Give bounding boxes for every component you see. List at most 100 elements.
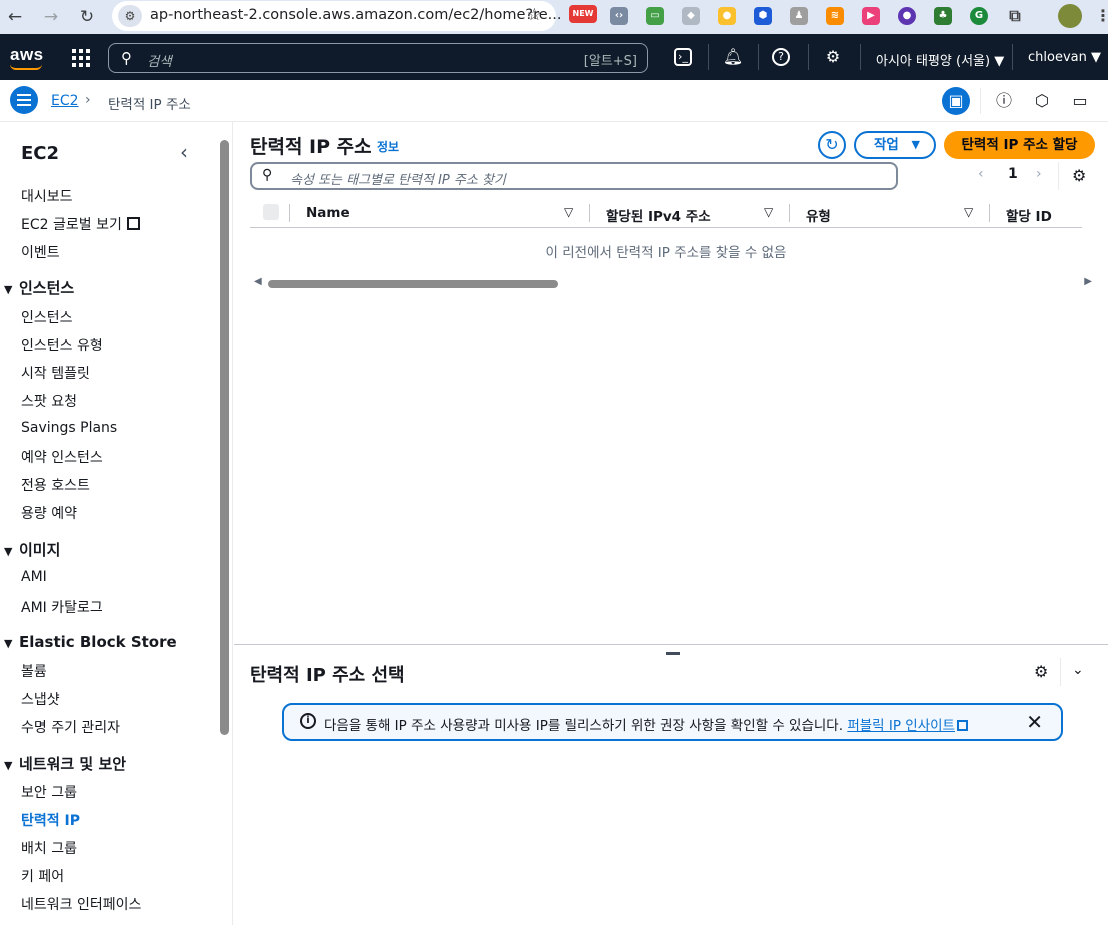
profile-avatar[interactable]: [1058, 4, 1082, 28]
select-all-checkbox[interactable]: [263, 204, 279, 220]
info-link[interactable]: 정보: [377, 138, 399, 155]
close-icon[interactable]: ✕: [1026, 710, 1043, 734]
table-preferences-icon[interactable]: ⚙: [1072, 166, 1086, 185]
external-link-icon: [126, 217, 140, 230]
split-panel-resize-handle[interactable]: [666, 652, 680, 655]
info-panel-icon[interactable]: ⓘ: [990, 87, 1018, 115]
screen-extension-icon[interactable]: ▭: [646, 7, 664, 25]
forward-icon[interactable]: →: [40, 6, 62, 28]
cloudshell-icon[interactable]: ›_: [674, 48, 692, 66]
back-icon[interactable]: ←: [4, 6, 26, 28]
shield-extension-icon[interactable]: ◆: [682, 7, 700, 25]
filter-input[interactable]: ⚲ 속성 또는 태그별로 탄력적 IP 주소 찾기: [250, 162, 898, 190]
column-name[interactable]: Name: [306, 205, 350, 221]
sidebar-item-instances[interactable]: 인스턴스: [21, 307, 73, 327]
reload-icon[interactable]: ↻: [76, 6, 98, 28]
url-text: ap-northeast-2.console.aws.amazon.com/ec…: [150, 7, 562, 23]
menu-dots-icon[interactable]: ⋮: [1094, 7, 1108, 25]
new-extension-icon[interactable]: NEW: [569, 5, 597, 23]
sidebar-item-lifecycle-manager[interactable]: 수명 주기 관리자: [21, 717, 120, 737]
caret-down-icon: ▼: [4, 283, 13, 296]
bookmark-star-icon[interactable]: ☆: [527, 5, 542, 25]
empty-state-message: 이 리전에서 탄력적 IP 주소를 찾을 수 없음: [545, 245, 787, 261]
sidebar-section-instances[interactable]: ▼ 인스턴스: [4, 277, 74, 298]
split-panel-settings-icon[interactable]: ⚙: [1034, 662, 1048, 681]
refresh-icon: ↻: [825, 135, 839, 154]
search-icon: ⚲: [262, 167, 273, 183]
sidebar-item-launch-templates[interactable]: 시작 템플릿: [21, 363, 90, 383]
services-grid-icon[interactable]: [72, 49, 90, 67]
scroll-left-icon[interactable]: ◀: [254, 276, 262, 287]
hamburger-menu-icon[interactable]: [10, 86, 38, 114]
breadcrumb-ec2-link[interactable]: EC2: [51, 93, 79, 109]
sidebar-item-elastic-ip[interactable]: 탄력적 IP: [21, 810, 80, 830]
sidebar-item-volumes[interactable]: 볼륨: [21, 661, 47, 681]
sidebar-item-key-pairs[interactable]: 키 페어: [21, 866, 64, 886]
sidebar-item-network-interfaces[interactable]: 네트워크 인터페이스: [21, 894, 141, 914]
sidebar-item-capacity-reservations[interactable]: 용량 예약: [21, 503, 77, 523]
sidebar-item-ami[interactable]: AMI: [21, 569, 47, 585]
prev-page-icon[interactable]: ‹: [978, 166, 984, 182]
public-ip-insights-link[interactable]: 퍼블릭 IP 인사이트: [847, 718, 955, 734]
site-settings-icon[interactable]: ⚙: [118, 5, 142, 27]
actions-label: 작업: [874, 137, 899, 153]
extensions-icon[interactable]: ⧉: [1006, 7, 1024, 25]
column-allocation-id[interactable]: 할당 ID: [1006, 205, 1052, 225]
collapse-sidebar-icon[interactable]: ‹: [180, 140, 188, 164]
scroll-right-icon[interactable]: ▶: [1084, 276, 1092, 287]
sidebar-item-savings-plans[interactable]: Savings Plans: [21, 420, 117, 436]
section-label: 이미지: [19, 541, 61, 559]
sidebar-item-ami-catalog[interactable]: AMI 카탈로그: [21, 597, 103, 617]
sidebar-item-events[interactable]: 이벤트: [21, 242, 60, 262]
monitor-icon[interactable]: ▭: [1066, 87, 1094, 115]
column-type[interactable]: 유형: [806, 205, 831, 225]
sidebar-item-placement-groups[interactable]: 배치 그룹: [21, 838, 77, 858]
chevron-down-icon[interactable]: ⌄: [1072, 662, 1084, 678]
sidebar-section-network-security[interactable]: ▼ 네트워크 및 보안: [4, 753, 126, 774]
address-bar[interactable]: ⚙ ap-northeast-2.console.aws.amazon.com/…: [112, 1, 562, 31]
sort-caret-icon[interactable]: ▽: [764, 205, 773, 219]
code-extension-icon[interactable]: ‹›: [610, 7, 628, 25]
external-link-icon: [956, 720, 968, 731]
purple-extension-icon[interactable]: ●: [898, 7, 916, 25]
sidebar-item-dedicated-hosts[interactable]: 전용 호스트: [21, 475, 90, 495]
scroll-thumb[interactable]: [268, 280, 558, 288]
region-selector[interactable]: 아시아 태평양 (서울) ▼: [876, 50, 1004, 69]
sidebar-scrollbar[interactable]: [220, 140, 229, 735]
sidebar-section-images[interactable]: ▼ 이미지: [4, 539, 60, 560]
sidebar-item-security-groups[interactable]: 보안 그룹: [21, 782, 77, 802]
keep-extension-icon[interactable]: ●: [718, 7, 736, 25]
caret-down-icon: ▼: [4, 637, 13, 650]
split-panel-icon[interactable]: ▣: [942, 87, 970, 115]
person-extension-icon[interactable]: ♟: [790, 7, 808, 25]
help-icon[interactable]: ?: [772, 48, 790, 66]
evernote-icon[interactable]: ♣: [934, 7, 952, 25]
sort-caret-icon[interactable]: ▽: [564, 205, 573, 219]
sidebar-item-dashboard[interactable]: 대시보드: [21, 186, 73, 206]
sidebar-item-reserved-instances[interactable]: 예약 인스턴스: [21, 447, 103, 467]
sidebar-item-spot-requests[interactable]: 스팟 요청: [21, 391, 77, 411]
grammarly-icon[interactable]: G: [970, 7, 988, 25]
aws-logo[interactable]: aws: [10, 45, 44, 70]
sidebar-section-ebs[interactable]: ▼ Elastic Block Store: [4, 633, 177, 651]
sidebar-item-instance-types[interactable]: 인스턴스 유형: [21, 335, 103, 355]
allocate-elastic-ip-button[interactable]: 탄력적 IP 주소 할당: [944, 131, 1095, 159]
account-menu[interactable]: chloevan ▼: [1028, 50, 1101, 65]
settings-icon[interactable]: ⚙: [822, 46, 844, 68]
refresh-button[interactable]: ↻: [818, 131, 846, 159]
hexagon-icon[interactable]: ⬡: [1028, 87, 1056, 115]
sidebar-item-snapshots[interactable]: 스냅샷: [21, 689, 60, 709]
actions-dropdown-button[interactable]: 작업 ▼: [854, 131, 936, 159]
sidebar-item-global-view[interactable]: EC2 글로벌 보기: [21, 214, 140, 234]
sort-caret-icon[interactable]: ▽: [964, 205, 973, 219]
rss-icon[interactable]: ≋: [826, 7, 844, 25]
bell-icon[interactable]: 🔔︎: [722, 46, 744, 68]
alert-message: 다음을 통해 IP 주소 사용량과 미사용 IP를 릴리스하기 위한 권장 사항…: [324, 714, 968, 734]
bitwarden-icon[interactable]: ⬢: [754, 7, 772, 25]
column-ipv4[interactable]: 할당된 IPv4 주소: [606, 205, 711, 225]
video-extension-icon[interactable]: ▶: [862, 7, 880, 25]
table-horizontal-scrollbar[interactable]: ◀ ▶: [254, 276, 1092, 292]
page-number[interactable]: 1: [1008, 166, 1018, 182]
global-search-input[interactable]: ⚲ 검색 [알트+S]: [108, 43, 648, 73]
next-page-icon[interactable]: ›: [1036, 166, 1042, 182]
